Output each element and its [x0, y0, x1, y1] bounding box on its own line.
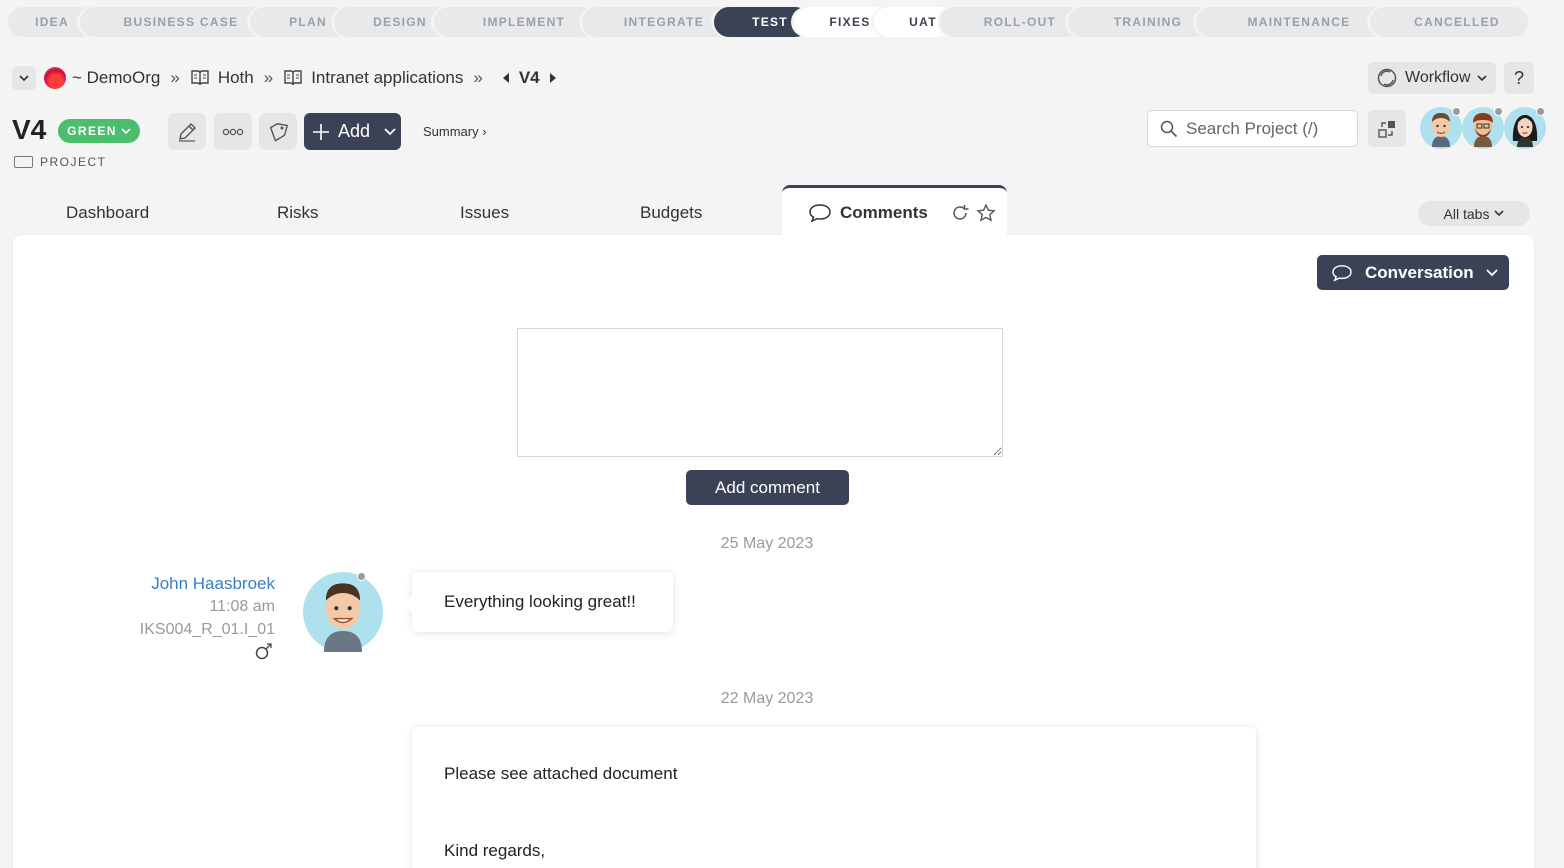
breadcrumb-current: V4 [518, 68, 540, 87]
speech-bubble-icon [1332, 264, 1352, 282]
plus-icon [313, 123, 329, 140]
gender-icon [255, 643, 272, 660]
project-title: V4 [12, 114, 47, 145]
stage-design[interactable]: DESIGN [334, 7, 450, 37]
conversation-label: Conversation [1365, 262, 1474, 282]
tab-comments-label: Comments [840, 203, 928, 222]
status-label: GREEN [67, 124, 117, 138]
stage-cancelled[interactable]: CANCELLED [1370, 7, 1528, 37]
stage-business-case[interactable]: BUSINESS CASE [80, 7, 266, 37]
status-badge[interactable]: GREEN [58, 119, 140, 143]
search-input[interactable] [1186, 118, 1356, 139]
switch-view-button[interactable] [1368, 110, 1406, 147]
search-box[interactable] [1147, 110, 1358, 147]
page-scrollbar[interactable] [1556, 0, 1564, 868]
comment-bubble: Please see attached document Kind regard… [412, 727, 1256, 868]
comment-text: Please see attached document [444, 764, 678, 783]
book-icon [284, 70, 302, 86]
presence-dot [1494, 107, 1503, 116]
breadcrumb-separator-icon: » [473, 68, 483, 87]
tab-issues[interactable]: Issues [460, 203, 509, 223]
chevron-down-icon [1476, 74, 1487, 81]
date-separator: 25 May 2023 [720, 535, 814, 552]
switch-view-icon [1378, 120, 1395, 138]
book-icon [191, 70, 209, 86]
summary-link[interactable]: Summary › [423, 124, 487, 139]
presence-dot [1536, 107, 1545, 116]
date-separator: 22 May 2023 [720, 690, 814, 707]
comment-author[interactable]: John Haasbroek [140, 572, 275, 595]
chevron-down-icon [1494, 210, 1505, 217]
refresh-icon[interactable] [950, 203, 970, 223]
stage-implement[interactable]: IMPLEMENT [434, 7, 598, 37]
breadcrumb-dropdown-button[interactable] [12, 66, 36, 90]
tab-risks[interactable]: Risks [277, 203, 319, 223]
chevron-down-icon [19, 74, 29, 81]
chevron-down-icon [121, 127, 131, 134]
stage-training[interactable]: TRAINING [1068, 7, 1212, 37]
pencil-icon [179, 122, 196, 142]
add-label: Add [338, 121, 371, 141]
star-icon[interactable] [976, 203, 996, 223]
search-icon [1160, 120, 1178, 137]
stage-integrate[interactable]: INTEGRATE [582, 7, 730, 37]
add-comment-button[interactable]: Add comment [686, 470, 849, 505]
project-type: PROJECT [14, 155, 107, 169]
more-icon [222, 128, 244, 135]
avatar-face [323, 583, 363, 652]
team-member-avatar[interactable] [1462, 107, 1504, 149]
help-button[interactable]: ? [1504, 62, 1534, 94]
chevron-down-icon [384, 127, 396, 135]
comment-author-avatar[interactable] [303, 572, 383, 652]
workflow-icon [1377, 68, 1397, 88]
comment-time: 11:08 am [209, 598, 275, 615]
org-logo [44, 67, 66, 89]
more-options-button[interactable] [214, 113, 252, 150]
add-button[interactable]: Add [304, 113, 401, 150]
workflow-label: Workflow [1405, 69, 1471, 86]
speech-bubble-icon [809, 204, 831, 223]
chevron-down-icon [1486, 268, 1498, 276]
workflow-button[interactable]: Workflow [1368, 62, 1496, 94]
comment-bubble: Everything looking great!! [404, 572, 673, 632]
breadcrumb: ~ DemoOrg » Hoth » Intranet applications… [12, 64, 556, 92]
previous-project-icon[interactable] [502, 73, 509, 83]
comment-text: Kind regards, [444, 841, 546, 860]
stage-roll-out[interactable]: ROLL-OUT [940, 7, 1084, 37]
comment-text: Everything looking great!! [444, 592, 636, 611]
comment-meta: John Haasbroek 11:08 am IKS004_R_01.I_01 [140, 572, 275, 641]
comment-input[interactable] [517, 328, 1003, 457]
conversation-view-button[interactable]: Conversation [1317, 255, 1509, 290]
breadcrumb-org[interactable]: ~ DemoOrg [72, 68, 160, 88]
tab-dashboard[interactable]: Dashboard [66, 203, 149, 223]
presence-dot [1452, 107, 1461, 116]
breadcrumb-program[interactable]: Intranet applications [311, 68, 463, 88]
breadcrumb-separator-icon: » [170, 68, 180, 87]
workflow-stage-bar: IDEA BUSINESS CASE PLAN DESIGN IMPLEMENT… [8, 7, 1536, 37]
presence-dot [357, 572, 366, 581]
all-tabs-label: All tabs [1443, 205, 1490, 222]
edit-button[interactable] [168, 113, 206, 150]
project-card-icon [14, 156, 33, 168]
breadcrumb-portfolio[interactable]: Hoth [218, 68, 254, 88]
tag-icon [269, 122, 289, 142]
tag-button[interactable] [259, 113, 297, 150]
team-member-avatar[interactable] [1504, 107, 1546, 149]
tab-budgets[interactable]: Budgets [640, 203, 702, 223]
comment-reference[interactable]: IKS004_R_01.I_01 [140, 618, 275, 641]
team-member-avatar[interactable] [1420, 107, 1462, 149]
next-project-icon[interactable] [549, 73, 556, 83]
tab-comments[interactable]: Comments [782, 185, 1007, 238]
all-tabs-dropdown[interactable]: All tabs [1418, 201, 1530, 226]
stage-maintenance[interactable]: MAINTENANCE [1196, 7, 1386, 37]
project-type-label: PROJECT [40, 155, 107, 169]
breadcrumb-separator-icon: » [263, 68, 274, 87]
